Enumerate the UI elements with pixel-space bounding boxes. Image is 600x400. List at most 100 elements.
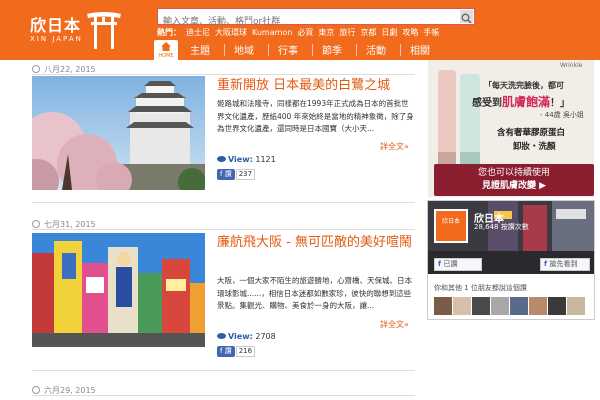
avatar[interactable] [472, 297, 490, 315]
ad-text: ！」 [550, 98, 571, 109]
divider [32, 74, 415, 75]
eye-icon [217, 333, 226, 339]
hot-tag[interactable]: 手帳 [423, 28, 439, 37]
eye-icon [217, 156, 226, 162]
avatar[interactable] [548, 297, 566, 315]
clock-icon [32, 386, 40, 394]
page-like-button[interactable]: f 已讚 [434, 258, 482, 271]
views-value: 1121 [255, 155, 276, 164]
hot-tags: 熱門： 迪士尼 大阪環球 Kumamon 必買 東京 旅行 京都 日劇 攻略 手帳 [157, 27, 577, 39]
fb-page-widget: 欣日本 欣日本 28,648 按讚次數 f 已讚 f 搶先看到 你和其他 1 位… [427, 200, 595, 320]
nav-item-seasons[interactable]: 節季 [322, 42, 342, 57]
avatar[interactable] [453, 297, 471, 315]
ad-headline: 「每天洗完臉後，都可 [484, 81, 564, 90]
fb-like-label: 讚 [224, 347, 232, 355]
search-button[interactable] [460, 10, 473, 24]
home-label: HOME [158, 53, 174, 59]
fb-like-button[interactable]: f 讚 [217, 169, 235, 180]
hot-tag[interactable]: 東京 [318, 28, 334, 37]
ad-cta-line: 您也可以持續使用 [477, 168, 550, 178]
page-likes: 28,648 按讚次數 [474, 223, 529, 231]
search-icon [461, 13, 472, 24]
page-follow-button[interactable]: f 搶先看到 [540, 258, 590, 271]
avatar[interactable] [434, 297, 452, 315]
fb-like-count: 237 [235, 169, 256, 180]
site-logo[interactable]: 欣日本 XIN JAPAN [30, 8, 125, 52]
article-thumbnail[interactable] [32, 233, 205, 347]
fb-like-count: 216 [235, 346, 256, 357]
like-label: 已讚 [443, 260, 458, 268]
ad-brand: Wrinkle [560, 62, 583, 69]
clock-icon [32, 65, 40, 73]
article-excerpt: 姬路城和法隆寺，同樣都在1993年正式成為日本的首批世界文化遺產，歷紙400 年… [217, 99, 414, 133]
article-excerpt: 大阪，一個大家不陌生的旅遊勝地，心齋橋、天保城、日本環球影城......，相信日… [217, 276, 412, 310]
site-header: 欣日本 XIN JAPAN 熱門： 迪士尼大阪環球 Kumamon 必買東京旅行京都日… [0, 0, 600, 60]
avatar[interactable] [510, 297, 528, 315]
search-box [157, 8, 475, 30]
nav-home[interactable]: HOME [154, 40, 178, 60]
hot-label: 熱門： [157, 28, 181, 37]
logo-subtitle: XIN JAPAN [30, 35, 83, 43]
fb-cover: 欣日本 欣日本 28,648 按讚次數 f 已讚 f 搶先看到 [428, 201, 594, 274]
hot-tag[interactable]: 大阪環球 [215, 28, 247, 37]
date-text: 六月29, 2015 [44, 386, 96, 395]
avatar[interactable] [491, 297, 509, 315]
nav-divider [224, 44, 225, 56]
ad-headline-2: 感受到肌膚飽滿！」 [472, 93, 570, 110]
nav-divider [356, 44, 357, 56]
read-more-link[interactable]: 詳全文» [380, 319, 409, 330]
article-title[interactable]: 重新開放 日本最美的白鷺之城 [217, 76, 414, 95]
nav-divider [268, 44, 269, 56]
divider [32, 370, 415, 371]
nav-item-topics[interactable]: 主題 [190, 42, 210, 57]
nav-item-activities[interactable]: 活動 [366, 42, 386, 57]
fb-like-widget: f 讚 216 [217, 346, 256, 357]
page-logo[interactable]: 欣日本 [434, 209, 468, 243]
hot-tag[interactable]: 迪士尼 [186, 28, 210, 37]
hot-tag[interactable]: 必買 [297, 28, 313, 37]
ad-text: 感受到 [472, 98, 502, 109]
date-text: 八月22, 2015 [44, 65, 96, 74]
avatar[interactable] [567, 297, 585, 315]
divider [32, 202, 415, 203]
fb-like-button[interactable]: f 讚 [217, 346, 235, 357]
nav-divider [400, 44, 401, 56]
ad-highlight: 肌膚飽滿 [502, 95, 551, 109]
nav-item-regions[interactable]: 地域 [234, 42, 254, 57]
ad-testimonial: - 44歲 吳小姐 [540, 111, 584, 119]
home-icon [161, 42, 171, 51]
article-title[interactable]: 廉航飛大阪 - 無可匹敵的美好喧鬧 [217, 233, 414, 252]
friends-like-text: 你和其他 1 位朋友都說這個讚 [434, 284, 527, 292]
clock-icon [32, 220, 40, 228]
himeji-castle-image [32, 76, 205, 190]
nav-divider [312, 44, 313, 56]
hot-tag[interactable]: 旅行 [339, 28, 355, 37]
osaka-dotonbori-image [32, 233, 205, 347]
ad-feature: 含有奢華膠原蛋白 [497, 128, 566, 138]
divider [32, 395, 415, 396]
fb-like-widget: f 讚 237 [217, 169, 256, 180]
torii-icon [87, 12, 121, 49]
ad-cta-banner[interactable]: 您也可以持續使用 見證肌膚改變 ▶ [434, 164, 594, 196]
article-thumbnail[interactable] [32, 76, 205, 190]
product-tubes-image [438, 70, 480, 166]
hot-tag[interactable]: 攻略 [402, 28, 418, 37]
avatar[interactable] [529, 297, 547, 315]
ad-feature-2: 卸妝・洗顏 [513, 142, 556, 152]
hot-tag[interactable]: 日劇 [381, 28, 397, 37]
views-value: 2708 [255, 332, 276, 341]
views-label: View [228, 332, 250, 341]
date-text: 七月31, 2015 [44, 220, 96, 229]
hot-tag[interactable]: Kumamon [252, 28, 292, 37]
ad-cta-line: 見證肌膚改變 ▶ [481, 181, 547, 191]
views-label: View [228, 155, 250, 164]
read-more-link[interactable]: 詳全文» [380, 141, 409, 152]
view-count: View: 1121 [217, 155, 276, 164]
nav-item-related[interactable]: 相關 [410, 42, 430, 57]
view-count: View: 2708 [217, 332, 276, 341]
fb-like-label: 讚 [224, 170, 232, 178]
main-nav: HOME 主題 地域 行事 節季 活動 相關 [150, 40, 600, 60]
hot-tag[interactable]: 京都 [360, 28, 376, 37]
nav-item-events[interactable]: 行事 [278, 42, 298, 57]
follow-label: 搶先看到 [549, 260, 578, 268]
